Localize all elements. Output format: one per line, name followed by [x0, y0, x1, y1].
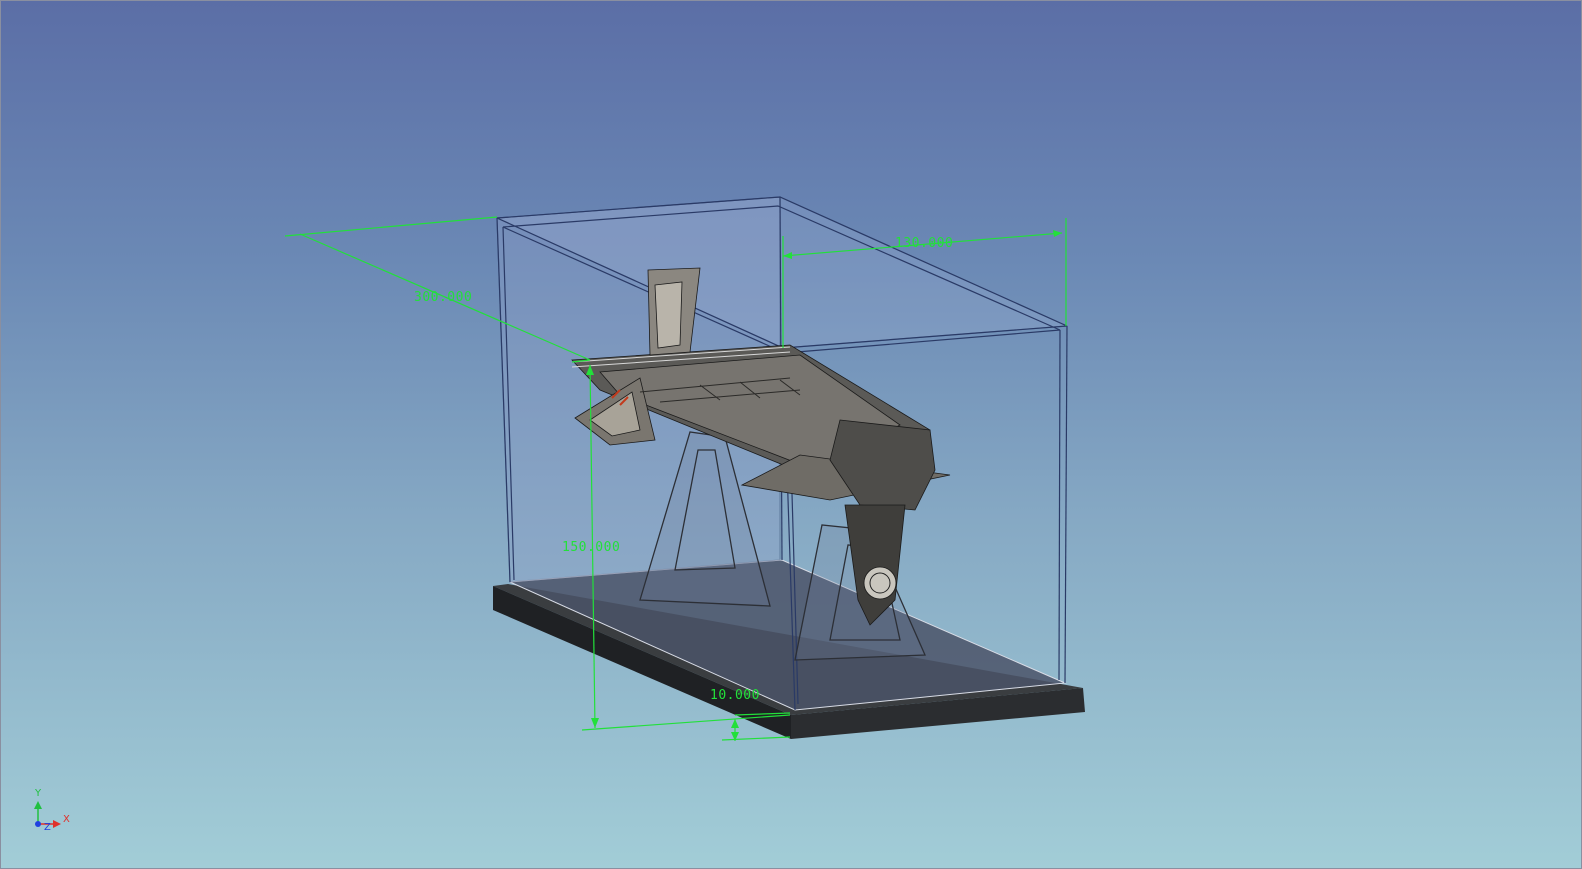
dimension-width-label: 130.000 [895, 236, 954, 251]
dimension-base-label: 10.000 [710, 688, 760, 703]
3d-viewport[interactable]: 300.000 130.000 150.000 10.000 Y X Z [0, 0, 1582, 869]
dimension-height-label: 150.000 [562, 540, 621, 555]
scene-canvas[interactable] [0, 0, 1582, 869]
axis-x-label: X [63, 814, 70, 825]
axis-y-label: Y [35, 788, 42, 799]
display-base[interactable] [493, 559, 1085, 739]
axis-z-label: Z [44, 822, 51, 833]
dimension-length-label: 300.000 [414, 290, 473, 305]
